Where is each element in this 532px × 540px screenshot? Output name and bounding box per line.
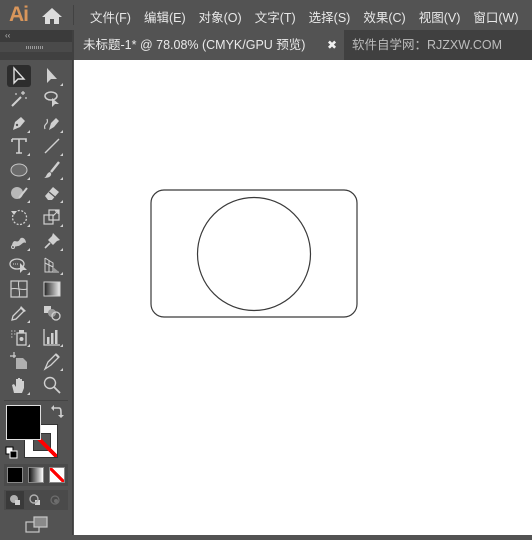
draw-behind-button[interactable]	[26, 491, 44, 509]
column-graph-tool[interactable]	[40, 326, 64, 348]
draw-normal-icon	[10, 495, 20, 505]
symbol-sprayer-tool[interactable]	[7, 326, 31, 348]
symbol-sprayer-icon	[11, 330, 27, 346]
rounded-rectangle-shape[interactable]	[150, 189, 358, 318]
shaper-icon	[11, 187, 28, 199]
direct-selection-tool[interactable]	[40, 65, 64, 87]
eyedropper-tool[interactable]	[7, 302, 31, 324]
pen-nib-icon	[13, 117, 25, 130]
type-tool[interactable]	[7, 135, 31, 157]
eraser-icon	[45, 187, 59, 200]
menu-file[interactable]: 文件(F)	[90, 7, 131, 26]
fill-swatch[interactable]	[6, 405, 41, 440]
menu-divider	[73, 5, 74, 25]
artboard-canvas[interactable]	[74, 60, 532, 535]
curvature-pen-icon	[43, 118, 59, 130]
artboard-icon	[10, 352, 27, 369]
ellipse-tool[interactable]	[7, 159, 31, 181]
pushpin-icon	[44, 233, 60, 249]
app-logo: Ai	[9, 3, 29, 26]
direct-selection-arrow-icon	[47, 68, 57, 83]
zoom-tool[interactable]	[40, 374, 64, 396]
selection-arrow-icon	[13, 66, 26, 85]
line-segment-icon	[44, 138, 60, 154]
menu-select[interactable]: 选择(S)	[309, 7, 351, 26]
tools-panel	[0, 60, 73, 535]
menu-view[interactable]: 视图(V)	[419, 7, 461, 26]
circle-shape[interactable]	[196, 196, 312, 312]
tab-document[interactable]: 未标题-1* @ 78.08% (CMYK/GPU 预览)	[74, 30, 344, 60]
rotate-tool[interactable]	[7, 206, 31, 228]
magic-wand-icon	[11, 91, 27, 107]
hand-icon	[12, 378, 24, 393]
home-icon[interactable]	[41, 7, 63, 25]
menu-type[interactable]: 文字(T)	[255, 7, 296, 26]
eraser-tool[interactable]	[40, 182, 64, 204]
perspective-grid-tool[interactable]	[40, 254, 64, 276]
menu-bar: Ai 文件(F) 编辑(E) 对象(O) 文字(T) 选择(S) 效果(C) 视…	[0, 0, 532, 30]
swap-fill-stroke-icon[interactable]	[50, 405, 64, 419]
menu-edit[interactable]: 编辑(E)	[144, 7, 186, 26]
close-tab-icon[interactable]: ✖	[326, 39, 338, 51]
draw-inside-button[interactable]	[46, 491, 64, 509]
collapse-panel-button[interactable]: ‹‹	[0, 30, 72, 42]
rotate-icon	[11, 209, 28, 226]
default-fill-stroke-icon[interactable]	[5, 446, 18, 459]
draw-inside-icon	[50, 495, 60, 505]
lasso-tool[interactable]	[40, 88, 64, 110]
pen-tool[interactable]	[7, 112, 31, 134]
mesh-icon	[10, 280, 28, 298]
scale-tool[interactable]	[40, 206, 64, 228]
menu-window[interactable]: 窗口(W)	[473, 7, 518, 26]
blend-tool[interactable]	[40, 302, 64, 324]
selection-tool[interactable]	[7, 65, 31, 87]
paintbrush-tool[interactable]	[40, 159, 64, 181]
none-button[interactable]	[49, 467, 65, 483]
type-t-icon	[11, 138, 27, 154]
mesh-tool[interactable]	[7, 278, 31, 300]
tab-watermark[interactable]: 软件自学网：RJZXW.COM	[352, 30, 502, 60]
magic-wand-tool[interactable]	[7, 88, 31, 110]
draw-normal-button[interactable]	[6, 491, 24, 509]
gradient-button[interactable]	[28, 467, 44, 483]
gradient-icon	[43, 281, 61, 297]
curvature-tool[interactable]	[40, 112, 64, 134]
change-screen-mode-button[interactable]	[25, 516, 49, 534]
paintbrush-icon	[44, 161, 60, 178]
artboard-tool[interactable]	[7, 350, 31, 372]
draw-behind-icon	[29, 494, 40, 505]
slice-tool[interactable]	[40, 350, 64, 372]
toolbar-grip[interactable]	[0, 42, 72, 52]
menu-effect[interactable]: 效果(C)	[363, 7, 405, 26]
shape-builder-icon	[9, 258, 27, 273]
puppet-warp-icon	[11, 237, 26, 249]
pin-tool[interactable]	[40, 230, 64, 252]
canvas-artwork	[150, 189, 358, 318]
lasso-icon	[44, 91, 59, 107]
menu-object[interactable]: 对象(O)	[199, 7, 242, 26]
perspective-grid-icon	[44, 257, 59, 273]
gradient-tool[interactable]	[40, 278, 64, 300]
magnifier-icon	[43, 376, 61, 394]
column-graph-icon	[43, 329, 60, 346]
screen-mode-icon	[25, 516, 48, 533]
ellipse-icon	[10, 163, 28, 177]
hand-tool[interactable]	[7, 374, 31, 396]
scale-icon	[43, 209, 60, 225]
tools-divider	[4, 400, 68, 401]
eyedropper-icon	[11, 306, 26, 321]
puppet-warp-tool[interactable]	[7, 230, 31, 252]
line-segment-tool[interactable]	[40, 135, 64, 157]
main-menu: 文件(F) 编辑(E) 对象(O) 文字(T) 选择(S) 效果(C) 视图(V…	[90, 7, 519, 26]
color-button[interactable]	[7, 467, 23, 483]
slice-knife-icon	[43, 353, 60, 371]
shaper-tool[interactable]	[7, 182, 31, 204]
blend-icon	[44, 306, 61, 321]
shape-builder-tool[interactable]	[7, 254, 31, 276]
